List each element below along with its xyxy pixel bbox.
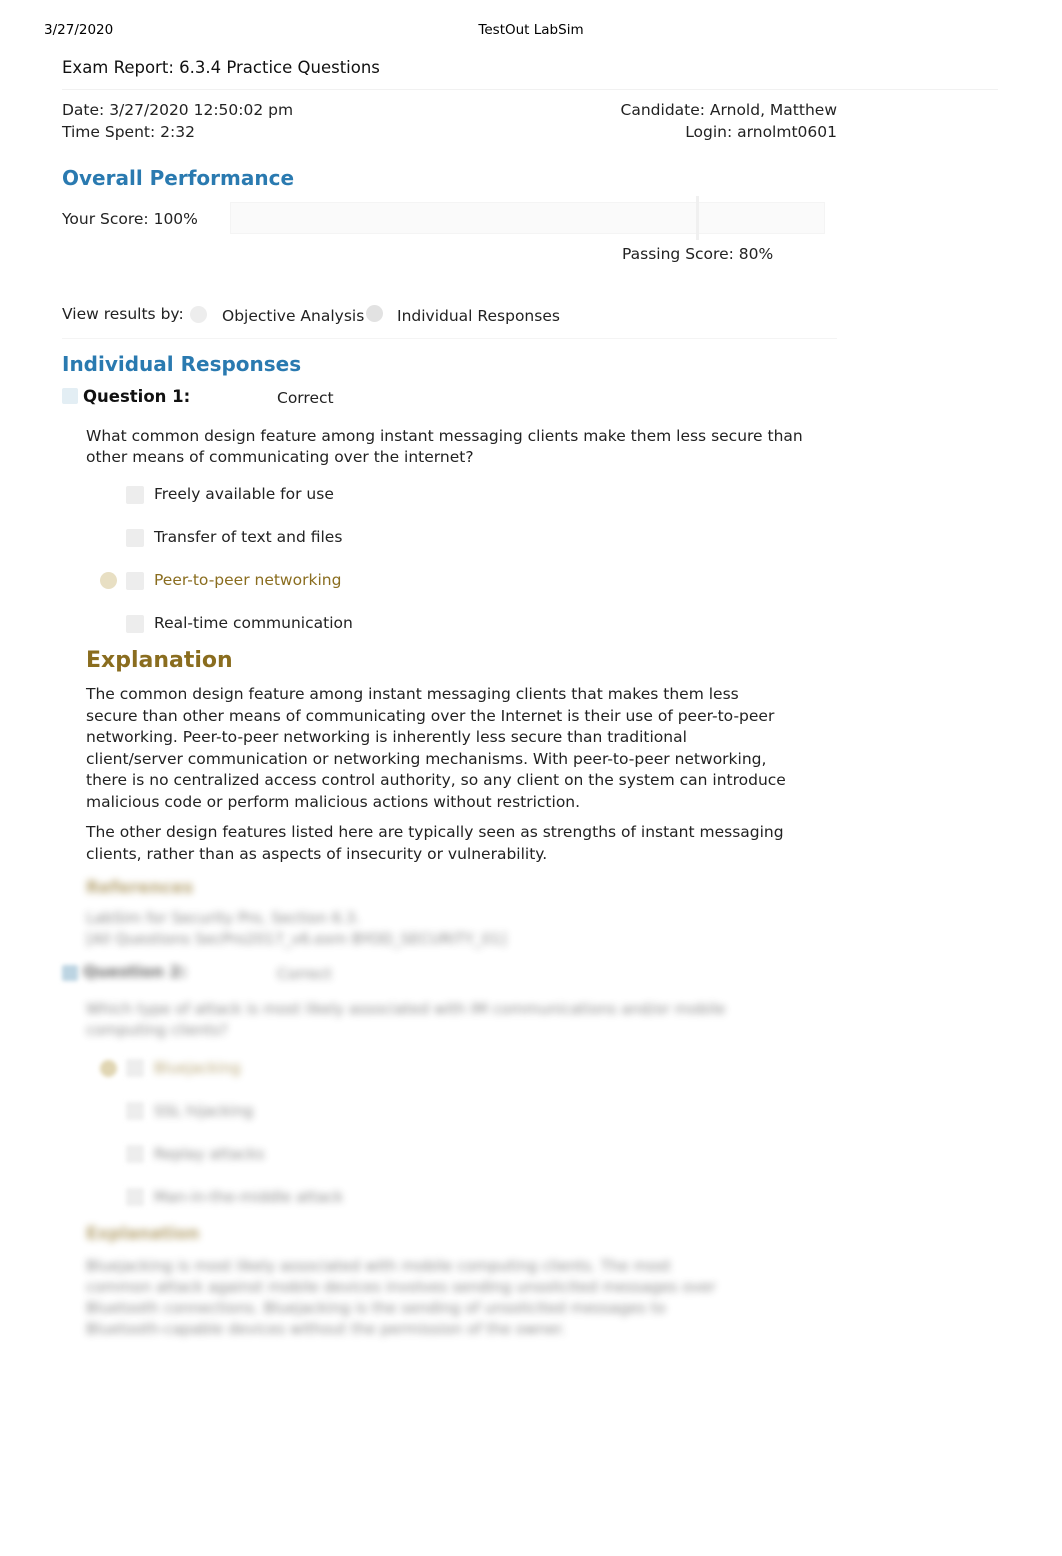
- score-progress-bar: [230, 202, 825, 234]
- meta-row-time: Time Spent: 2:32 Login: arnolmt0601: [62, 121, 837, 143]
- exam-report-page: 3/27/2020 TestOut LabSim Exam Report: 6.…: [0, 0, 1062, 1556]
- question-2-status-icon: [62, 965, 78, 981]
- answer-checkbox-icon[interactable]: [126, 529, 144, 547]
- question-status-icon: [62, 388, 78, 404]
- candidate-name: Candidate: Arnold, Matthew: [620, 101, 837, 119]
- question-2-answer-checkbox-icon[interactable]: [126, 1188, 144, 1206]
- report-date: Date: 3/27/2020 12:50:02 pm: [62, 101, 294, 119]
- answer-option-4-text: Real-time communication: [154, 614, 353, 632]
- page-title: Exam Report: 6.3.4 Practice Questions: [62, 58, 380, 77]
- radio-individual-responses[interactable]: [366, 305, 383, 322]
- radio-label-individual-responses[interactable]: Individual Responses: [397, 307, 560, 325]
- answer-option-3-text: Peer-to-peer networking: [154, 571, 342, 589]
- answer-option-1-text: Freely available for use: [154, 485, 334, 503]
- question-2-answer-checkbox-icon[interactable]: [126, 1059, 144, 1077]
- radio-objective-analysis[interactable]: [190, 306, 207, 323]
- question-2-status: Correct: [277, 965, 332, 983]
- question-2-option-1-text: Bluejacking: [154, 1059, 241, 1077]
- radio-label-objective-analysis[interactable]: Objective Analysis: [222, 307, 364, 325]
- explanation-heading: Explanation: [86, 648, 233, 673]
- question-2-label: Question 2:: [83, 962, 187, 981]
- login-id: Login: arnolmt0601: [685, 123, 837, 141]
- meta-row-date: Date: 3/27/2020 12:50:02 pm Candidate: A…: [62, 99, 837, 121]
- explanation-paragraph-2: The other design features listed here ar…: [86, 823, 784, 863]
- passing-score-label: Passing Score: 80%: [622, 245, 774, 263]
- question-2-correct-icon: [100, 1060, 117, 1077]
- question-2-answer-checkbox-icon[interactable]: [126, 1102, 144, 1120]
- question-1-label: Question 1:: [83, 387, 191, 406]
- header-divider: [62, 89, 998, 90]
- question-1-prompt: What common design feature among instant…: [86, 427, 803, 466]
- answer-checkbox-icon[interactable]: [126, 486, 144, 504]
- explanation-paragraph-1: The common design feature among instant …: [86, 685, 786, 811]
- view-results-divider: [62, 338, 837, 339]
- question-1-status: Correct: [277, 389, 334, 407]
- individual-responses-heading: Individual Responses: [62, 352, 302, 376]
- references-line-1: LabSim for Security Pro, Section 6.3.: [86, 909, 361, 927]
- references-heading: References: [86, 878, 194, 898]
- question-2-option-2-text: SSL hijacking: [154, 1102, 254, 1120]
- question-2-option-3-text: Replay attacks: [154, 1145, 265, 1163]
- correct-answer-icon: [100, 572, 117, 589]
- view-results-label: View results by:: [62, 305, 184, 323]
- report-meta: Date: 3/27/2020 12:50:02 pm Candidate: A…: [62, 99, 837, 143]
- question-2-option-4-text: Man-in-the-middle attack: [154, 1188, 344, 1206]
- your-score-label: Your Score: 100%: [62, 210, 198, 228]
- print-header: 3/27/2020 TestOut LabSim: [0, 22, 1062, 42]
- answer-option-2-text: Transfer of text and files: [154, 528, 343, 546]
- question-2-explanation: Bluejacking is most likely associated wi…: [86, 1257, 716, 1338]
- question-2-explanation-heading: Explanation: [86, 1224, 200, 1244]
- question-2-prompt: Which type of attack is most likely asso…: [86, 1000, 726, 1039]
- overall-performance-heading: Overall Performance: [62, 166, 295, 190]
- answer-checkbox-icon[interactable]: [126, 572, 144, 590]
- question-2-answer-checkbox-icon[interactable]: [126, 1145, 144, 1163]
- passing-score-marker: [696, 196, 699, 240]
- references-line-2: [All Questions SecPro2017_v6.exm BYOD_SE…: [86, 930, 507, 948]
- print-header-title: TestOut LabSim: [478, 22, 584, 38]
- answer-checkbox-icon[interactable]: [126, 615, 144, 633]
- time-spent: Time Spent: 2:32: [62, 123, 195, 141]
